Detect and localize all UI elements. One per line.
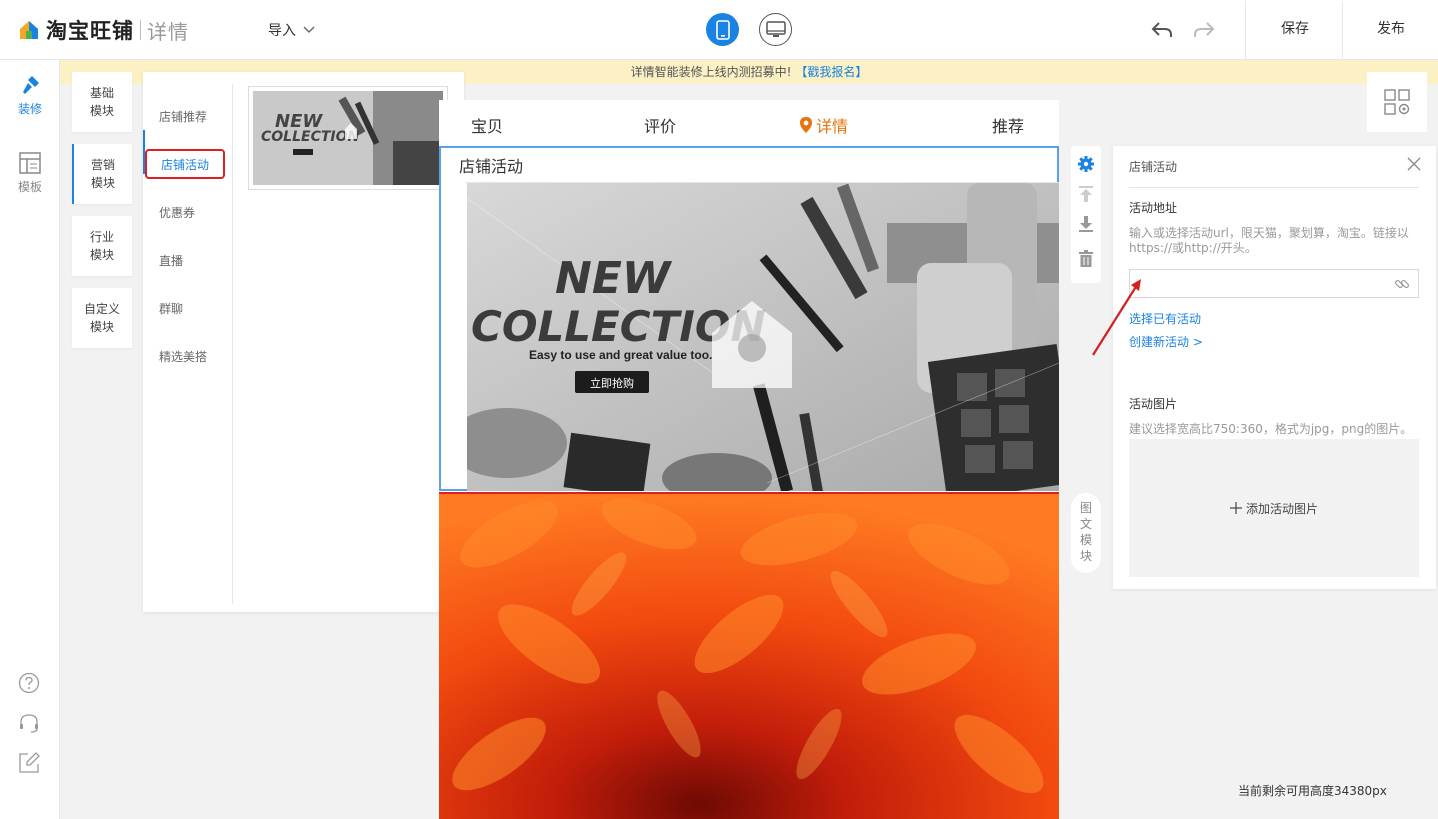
category-marketing[interactable]: 营销 模块 bbox=[72, 144, 132, 204]
banner-line1: NEW bbox=[555, 253, 673, 304]
selected-module[interactable]: 店铺活动 NEW COLLECTION Easy to use and grea… bbox=[439, 146, 1059, 491]
mobile-view-button[interactable] bbox=[706, 13, 739, 46]
help-icon[interactable] bbox=[18, 672, 40, 694]
tab-detail-active[interactable]: 详情 bbox=[799, 113, 848, 137]
tab-item[interactable]: 推荐 bbox=[992, 113, 1024, 137]
move-bottom-icon[interactable] bbox=[1077, 215, 1095, 233]
paint-brush-icon bbox=[23, 76, 39, 94]
banner-image: NEW COLLECTION Easy to use and great val… bbox=[467, 183, 1059, 491]
category-basic[interactable]: 基础 模块 bbox=[72, 72, 132, 132]
mobile-icon bbox=[715, 19, 730, 40]
module-title: 店铺活动 bbox=[459, 157, 524, 176]
module-type-label: 图文模块 bbox=[1080, 501, 1093, 563]
undo-icon[interactable] bbox=[1150, 18, 1174, 42]
category-custom[interactable]: 自定义 模块 bbox=[72, 288, 132, 348]
module-item[interactable]: 精选美搭 bbox=[159, 348, 207, 365]
divider bbox=[1245, 1, 1246, 59]
notice-text: 详情智能装修上线内测招募中! bbox=[630, 65, 792, 79]
module-list: 店铺推荐 店铺活动 优惠券 直播 群聊 精选美搭 bbox=[143, 84, 233, 604]
active-indicator bbox=[143, 130, 145, 174]
add-pic-label: 添加活动图片 bbox=[1245, 501, 1318, 516]
flower-image[interactable] bbox=[439, 492, 1059, 819]
phone-canvas: 宝贝 评价 详情 推荐 店铺活动 NEW COLLECTION Easy to … bbox=[439, 100, 1059, 819]
banner-cta: 立即抢购 bbox=[590, 376, 634, 390]
module-item[interactable]: 店铺推荐 bbox=[159, 108, 207, 125]
brand-name: 淘宝旺铺 bbox=[46, 19, 134, 43]
headset-icon[interactable] bbox=[18, 712, 40, 734]
module-item[interactable]: 群聊 bbox=[159, 300, 183, 317]
add-activity-image-button[interactable]: 添加活动图片 bbox=[1129, 439, 1419, 577]
redo-icon[interactable] bbox=[1192, 18, 1216, 42]
module-item-active[interactable]: 店铺活动 bbox=[145, 149, 225, 179]
location-pin-icon bbox=[800, 117, 812, 133]
close-icon[interactable] bbox=[1407, 157, 1421, 171]
url-text-field[interactable] bbox=[1134, 270, 1389, 296]
category-label: 自定义 模块 bbox=[83, 302, 120, 334]
save-button[interactable]: 保存 bbox=[1270, 18, 1320, 38]
module-thumbnail[interactable]: NEW COLLECTION bbox=[248, 86, 448, 190]
template-icon bbox=[19, 152, 41, 174]
left-rail: 装修 模板 bbox=[0, 60, 60, 819]
rail-label: 模板 bbox=[17, 180, 42, 194]
banner-tagline: Easy to use and great value too. bbox=[529, 348, 712, 362]
category-industry[interactable]: 行业 模块 bbox=[72, 216, 132, 276]
module-toolbar bbox=[1071, 146, 1101, 283]
brand: 淘宝旺铺 详情 bbox=[18, 14, 189, 46]
thumbnail-line2: COLLECTION bbox=[261, 129, 360, 145]
module-panel: 店铺推荐 店铺活动 优惠券 直播 群聊 精选美搭 NEW COLLECTION bbox=[143, 72, 464, 612]
settings-panel: 店铺活动 活动地址 输入或选择活动url，限天猫，聚划算，淘宝。链接以https… bbox=[1113, 146, 1436, 589]
remaining-height-text: 当前剩余可用高度34380px bbox=[1238, 784, 1387, 798]
module-item[interactable]: 优惠券 bbox=[159, 204, 195, 221]
notice-signup-link[interactable]: 【戳我报名】 bbox=[795, 65, 867, 79]
url-label: 活动地址 bbox=[1129, 201, 1178, 215]
tab-label: 详情 bbox=[816, 117, 849, 136]
pic-label: 活动图片 bbox=[1129, 397, 1178, 411]
chrysanthemum-image bbox=[439, 494, 1059, 819]
divider bbox=[1129, 187, 1419, 188]
gear-icon[interactable] bbox=[1077, 155, 1095, 173]
pic-hint: 建议选择宽高比750:360，格式为jpg，png的图片。 bbox=[1129, 422, 1413, 436]
trash-icon[interactable] bbox=[1077, 250, 1095, 268]
tab-item[interactable]: 评价 bbox=[644, 113, 676, 137]
category-label: 基础 模块 bbox=[89, 86, 114, 118]
activity-banner: NEW COLLECTION Easy to use and great val… bbox=[467, 183, 1059, 491]
feedback-edit-icon[interactable] bbox=[18, 752, 40, 774]
app-grid-settings-icon bbox=[1384, 89, 1410, 115]
category-label: 行业 模块 bbox=[89, 230, 114, 262]
move-top-icon[interactable] bbox=[1077, 185, 1095, 203]
module-item[interactable]: 直播 bbox=[159, 252, 183, 269]
top-bar: 淘宝旺铺 详情 导入 保存 发布 bbox=[0, 0, 1438, 60]
rail-label: 装修 bbox=[17, 102, 42, 116]
chevron-down-icon bbox=[303, 26, 315, 33]
category-label: 营销 模块 bbox=[90, 158, 115, 190]
brand-divider bbox=[140, 20, 141, 40]
taobao-logo-icon bbox=[20, 21, 38, 39]
link-icon[interactable] bbox=[1394, 276, 1410, 292]
desktop-icon bbox=[765, 20, 786, 37]
import-label: 导入 bbox=[268, 23, 296, 39]
phone-tabs: 宝贝 评价 详情 推荐 bbox=[439, 100, 1059, 146]
thumbnail-image: NEW COLLECTION bbox=[253, 91, 443, 185]
module-type-tag: 图文模块 bbox=[1071, 493, 1101, 573]
publish-button[interactable]: 发布 bbox=[1368, 18, 1414, 38]
annotation-arrow bbox=[1092, 279, 1141, 356]
brand-subtitle: 详情 bbox=[147, 19, 189, 44]
activity-url-input[interactable] bbox=[1129, 269, 1419, 298]
settings-title: 店铺活动 bbox=[1129, 160, 1178, 174]
plus-icon bbox=[1229, 502, 1242, 514]
tab-item[interactable]: 宝贝 bbox=[471, 113, 503, 137]
rail-item-template[interactable]: 模板 bbox=[0, 152, 60, 195]
pc-view-button[interactable] bbox=[759, 13, 792, 46]
rail-item-decorate[interactable]: 装修 bbox=[0, 74, 60, 117]
url-hint: 输入或选择活动url，限天猫，聚划算，淘宝。链接以https://或http:/… bbox=[1129, 226, 1409, 255]
app-grid-button[interactable] bbox=[1367, 72, 1427, 132]
import-dropdown[interactable]: 导入 bbox=[268, 18, 315, 42]
divider bbox=[1342, 1, 1343, 59]
